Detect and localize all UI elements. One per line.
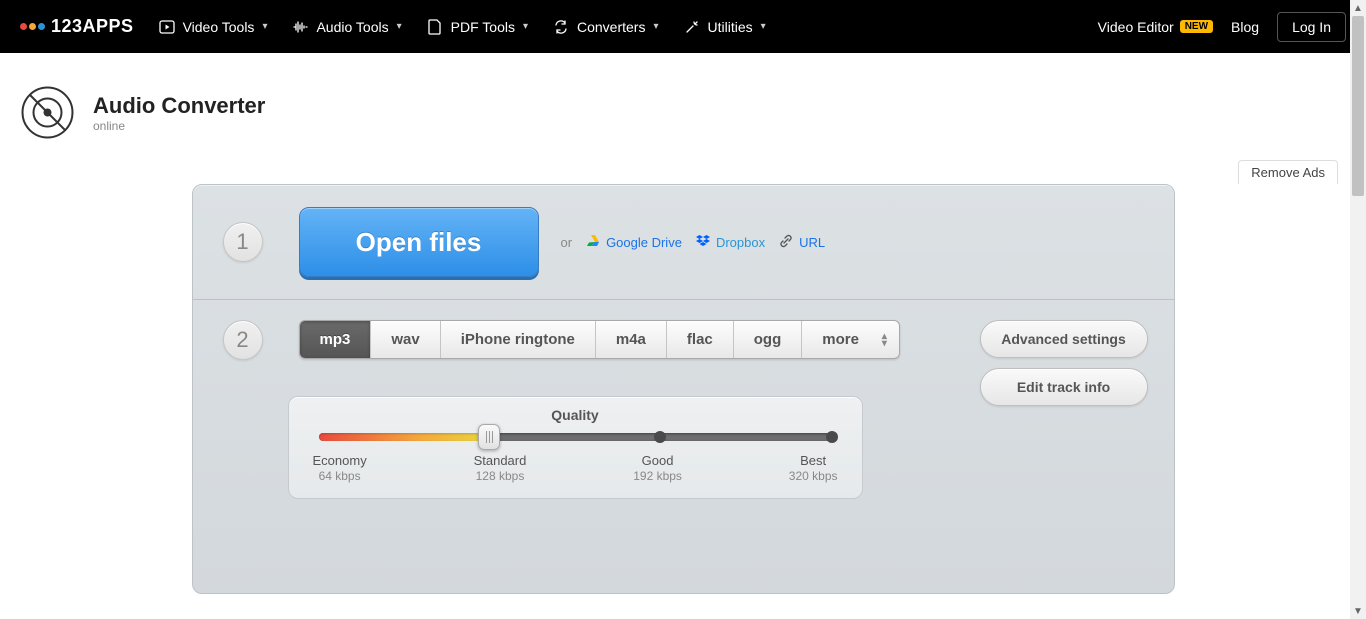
- top-nav: 123APPS Video Tools ▾ Audio Tools ▾ PDF …: [0, 0, 1366, 53]
- waveform-icon: [292, 19, 308, 35]
- nav-converters[interactable]: Converters ▾: [553, 19, 659, 35]
- converter-panel: 1 Open files or Google Drive Dropbox UR: [192, 184, 1175, 594]
- header-text: Audio Converter online: [93, 93, 265, 133]
- scroll-down-arrow-icon[interactable]: ▼: [1350, 603, 1366, 619]
- advanced-settings-button[interactable]: Advanced settings: [980, 320, 1148, 358]
- blog-link[interactable]: Blog: [1231, 19, 1259, 35]
- chevron-down-icon: ▾: [653, 21, 658, 32]
- slider-stop: [654, 431, 666, 443]
- scroll-up-arrow-icon[interactable]: ▲: [1350, 0, 1366, 16]
- file-icon: [427, 19, 443, 35]
- side-buttons: Advanced settings Edit track info: [980, 320, 1148, 406]
- nav-video-tools[interactable]: Video Tools ▾: [159, 19, 268, 35]
- video-editor-link[interactable]: Video Editor NEW: [1098, 19, 1213, 35]
- or-text: or: [561, 235, 573, 250]
- logo-dots-icon: [20, 23, 45, 30]
- remove-ads-wrap: Remove Ads: [0, 160, 1366, 184]
- nav-utilities[interactable]: Utilities ▾: [684, 19, 766, 35]
- dropbox-link[interactable]: Dropbox: [696, 234, 765, 251]
- page-subtitle: online: [93, 119, 265, 133]
- chevron-down-icon: ▾: [523, 21, 528, 32]
- tools-icon: [684, 19, 700, 35]
- step-2-badge: 2: [223, 320, 263, 360]
- format-tab-mp3[interactable]: mp3: [300, 321, 372, 358]
- sort-arrows-icon: ▴▾: [882, 333, 887, 347]
- nav-pdf-tools[interactable]: PDF Tools ▾: [427, 19, 528, 35]
- remove-ads-button[interactable]: Remove Ads: [1238, 160, 1338, 184]
- format-tab-flac[interactable]: flac: [667, 321, 734, 358]
- quality-level-best: Best 320 kbps: [789, 453, 838, 484]
- audio-converter-icon: [20, 85, 75, 140]
- scrollbar-thumb[interactable]: [1352, 16, 1364, 196]
- nav-right: Video Editor NEW Blog Log In: [1098, 12, 1346, 42]
- logo-text: 123APPS: [51, 16, 134, 37]
- vertical-scrollbar[interactable]: ▲ ▼: [1350, 0, 1366, 619]
- format-tab-ogg[interactable]: ogg: [734, 321, 803, 358]
- logo[interactable]: 123APPS: [20, 16, 134, 37]
- nav-left: 123APPS Video Tools ▾ Audio Tools ▾ PDF …: [20, 16, 766, 37]
- play-square-icon: [159, 19, 175, 35]
- step-1-badge: 1: [223, 222, 263, 262]
- slider-fill: [319, 433, 488, 441]
- page-header: Audio Converter online: [0, 53, 1366, 160]
- new-badge: NEW: [1180, 20, 1213, 33]
- quality-title: Quality: [313, 407, 838, 423]
- edit-track-info-button[interactable]: Edit track info: [980, 368, 1148, 406]
- google-drive-icon: [586, 234, 600, 251]
- slider-stop: [826, 431, 838, 443]
- convert-icon: [553, 19, 569, 35]
- chevron-down-icon: ▾: [761, 21, 766, 32]
- format-tabs: mp3 wav iPhone ringtone m4a flac ogg mor…: [299, 320, 900, 359]
- dropbox-icon: [696, 234, 710, 251]
- step-1-row: 1 Open files or Google Drive Dropbox UR: [193, 185, 1174, 300]
- google-drive-link[interactable]: Google Drive: [586, 234, 682, 251]
- quality-level-standard: Standard 128 kbps: [474, 453, 527, 484]
- quality-level-economy: Economy 64 kbps: [313, 453, 367, 484]
- nav-audio-tools[interactable]: Audio Tools ▾: [292, 19, 401, 35]
- quality-card: Quality Economy 64 kbps Standard 128 kbp…: [288, 396, 863, 499]
- url-link[interactable]: URL: [779, 234, 825, 251]
- page-title: Audio Converter: [93, 93, 265, 119]
- login-button[interactable]: Log In: [1277, 12, 1346, 42]
- format-tab-more[interactable]: more ▴▾: [802, 321, 899, 358]
- link-icon: [779, 234, 793, 251]
- chevron-down-icon: ▾: [397, 21, 402, 32]
- slider-thumb[interactable]: [478, 424, 500, 450]
- chevron-down-icon: ▾: [262, 21, 267, 32]
- open-files-button[interactable]: Open files: [299, 207, 539, 277]
- quality-slider[interactable]: [319, 433, 832, 441]
- quality-labels: Economy 64 kbps Standard 128 kbps Good 1…: [313, 453, 838, 484]
- format-tab-wav[interactable]: wav: [371, 321, 440, 358]
- format-tab-iphone[interactable]: iPhone ringtone: [441, 321, 596, 358]
- format-tab-m4a[interactable]: m4a: [596, 321, 667, 358]
- alt-sources: or Google Drive Dropbox URL: [561, 234, 826, 251]
- quality-level-good: Good 192 kbps: [633, 453, 682, 484]
